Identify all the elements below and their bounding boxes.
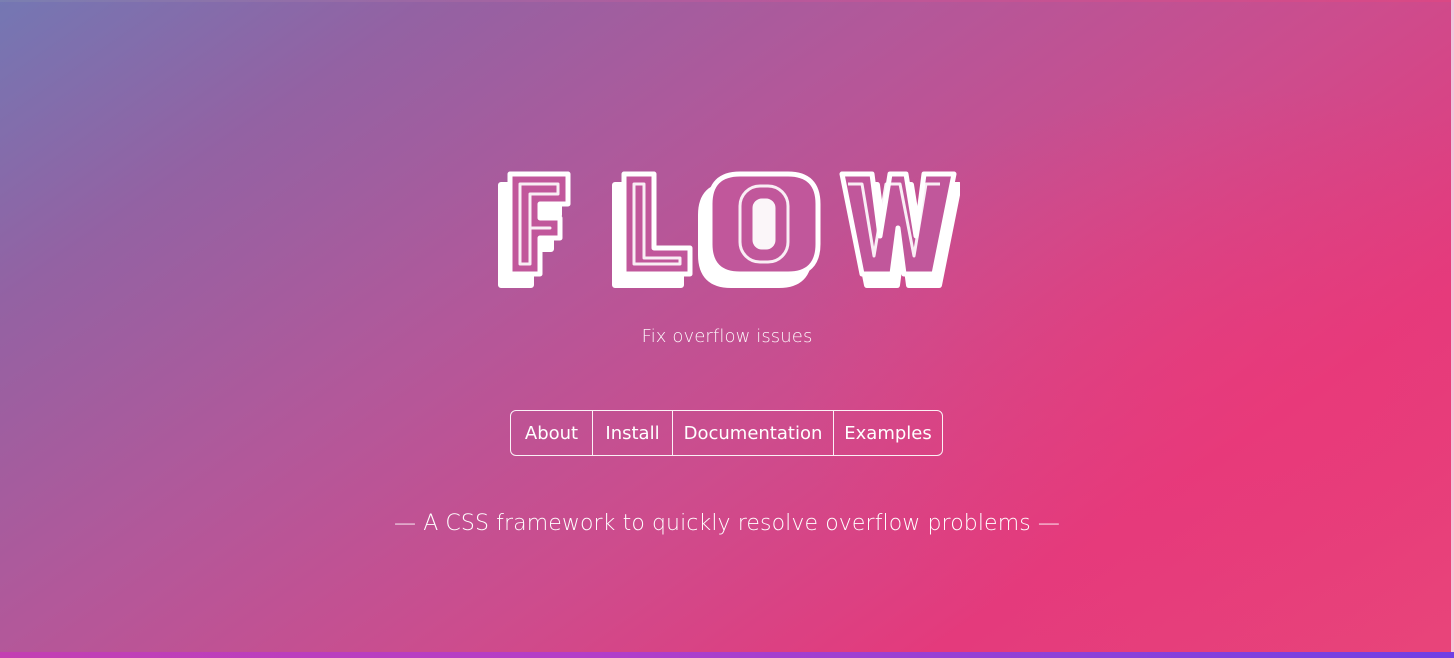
nav-documentation-button[interactable]: Documentation bbox=[673, 411, 834, 455]
top-edge bbox=[0, 0, 1454, 2]
nav-about-button[interactable]: About bbox=[511, 411, 593, 455]
flow-logo-graphic bbox=[498, 171, 960, 288]
flow-logo bbox=[496, 160, 960, 288]
tagline: Fix overflow issues bbox=[641, 326, 813, 347]
bottom-accent-bar bbox=[0, 652, 1454, 658]
nav-examples-button[interactable]: Examples bbox=[834, 411, 942, 455]
nav-install-button[interactable]: Install bbox=[593, 411, 673, 455]
main-nav: About Install Documentation Examples bbox=[510, 410, 943, 456]
framework-description: — A CSS framework to quickly resolve ove… bbox=[394, 511, 1060, 536]
